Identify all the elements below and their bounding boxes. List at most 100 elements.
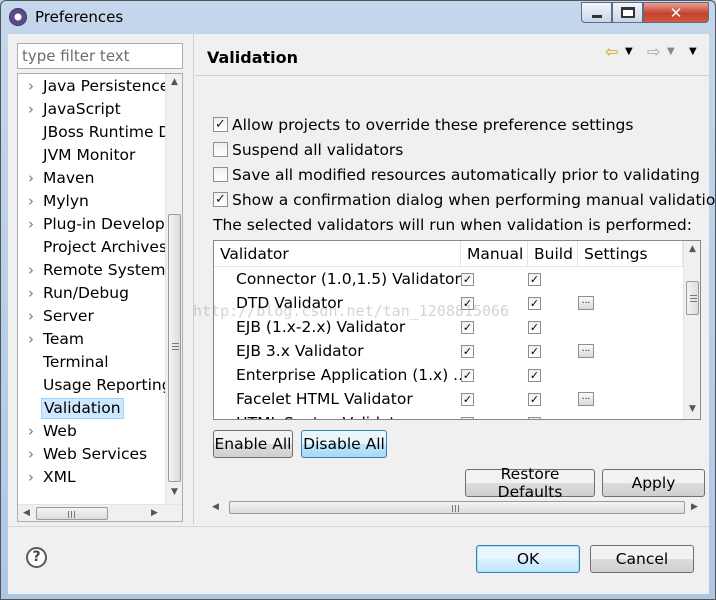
build-checkbox[interactable]: ✓ <box>528 297 541 310</box>
table-row[interactable]: DTD Validator ✓ ✓... <box>214 292 680 316</box>
forward-arrow-icon[interactable]: ⇨ <box>647 44 660 60</box>
manual-checkbox[interactable]: ✓ <box>461 345 474 358</box>
tree-item-label: XML <box>43 468 76 486</box>
tree-item-label: JavaScript <box>43 100 121 118</box>
enable-all-button[interactable]: Enable All <box>213 430 293 458</box>
ok-button[interactable]: OK <box>476 545 580 573</box>
build-checkbox[interactable]: ✓ <box>528 321 541 334</box>
close-button[interactable]: ✕ <box>643 2 709 23</box>
scroll-up-arrow-icon[interactable]: ▲ <box>166 74 182 91</box>
expand-arrow-icon[interactable]: › <box>28 421 38 442</box>
tree-item-label: Web <box>43 422 77 440</box>
expand-arrow-icon[interactable]: › <box>28 329 38 350</box>
checkbox-box[interactable] <box>213 142 228 157</box>
tree-item-label: Java Persistence <box>43 77 170 95</box>
minimize-icon <box>591 15 602 18</box>
scroll-up-arrow-icon[interactable]: ▲ <box>684 241 700 258</box>
forward-dropdown-icon[interactable]: ▼ <box>667 46 675 57</box>
panel-sash[interactable] <box>193 34 194 524</box>
tree-item-label: Plug-in Developr <box>43 215 172 233</box>
expand-arrow-icon[interactable]: › <box>28 214 38 235</box>
build-checkbox[interactable]: ✓ <box>528 345 541 358</box>
expand-arrow-icon[interactable]: › <box>28 306 38 327</box>
table-row[interactable]: Facelet HTML Validator ✓ ✓... <box>214 388 680 412</box>
tree-item-label: Validation <box>41 398 124 419</box>
page-hscroll-thumb[interactable] <box>229 501 685 514</box>
tree-item-label: Maven <box>43 169 95 187</box>
tree-scroll-thumb[interactable] <box>168 214 181 482</box>
column-header-settings[interactable]: Settings <box>578 241 683 267</box>
tree-item-label: Mylyn <box>43 192 89 210</box>
table-vertical-scrollbar[interactable]: ▲ ▼ <box>683 241 700 419</box>
table-row[interactable]: EJB 3.x Validator ✓ ✓... <box>214 340 680 364</box>
table-row[interactable]: Connector (1.0,1.5) Validator ✓ ✓ <box>214 268 680 292</box>
disable-all-button[interactable]: Disable All <box>301 430 387 458</box>
settings-button[interactable]: ... <box>578 296 594 310</box>
page-title: Validation <box>207 48 299 67</box>
table-row[interactable]: HTML Syntax Validator✓✓ <box>214 412 680 419</box>
filter-input[interactable] <box>17 43 183 69</box>
tree-item-label: JBoss Runtime De <box>43 123 180 141</box>
manual-checkbox[interactable]: ✓ <box>461 393 474 406</box>
expand-arrow-icon[interactable]: › <box>28 444 38 465</box>
page-horizontal-scrollbar[interactable]: ◀ ▶ <box>207 499 703 516</box>
table-row[interactable]: Enterprise Application (1.x) ... ✓ ✓ <box>214 364 680 388</box>
maximize-icon <box>620 7 635 18</box>
scroll-right-arrow-icon[interactable]: ▶ <box>686 499 703 516</box>
back-dropdown-icon[interactable]: ▼ <box>625 46 633 57</box>
scroll-right-arrow-icon[interactable]: ▶ <box>146 505 163 521</box>
help-icon[interactable]: ? <box>26 547 47 568</box>
cancel-button[interactable]: Cancel <box>590 545 694 573</box>
close-icon: ✕ <box>669 3 683 22</box>
checkbox-box[interactable] <box>213 167 228 182</box>
validator-name: Enterprise Application (1.x) ... <box>236 366 461 384</box>
back-arrow-icon[interactable]: ⇦ <box>605 44 618 60</box>
expand-arrow-icon[interactable]: › <box>28 76 38 97</box>
settings-button[interactable]: ... <box>578 392 594 406</box>
scroll-down-arrow-icon[interactable]: ▼ <box>166 484 182 501</box>
manual-checkbox[interactable]: ✓ <box>461 273 474 286</box>
build-checkbox[interactable]: ✓ <box>528 393 541 406</box>
apply-button[interactable]: Apply <box>602 469 705 497</box>
checkbox-box[interactable]: ✓ <box>213 192 228 207</box>
expand-arrow-icon[interactable]: › <box>28 99 38 120</box>
validator-name: Facelet HTML Validator <box>236 390 413 408</box>
manual-checkbox[interactable]: ✓ <box>461 297 474 310</box>
minimize-button[interactable] <box>581 2 612 23</box>
build-checkbox[interactable]: ✓ <box>528 273 541 286</box>
restore-defaults-button[interactable]: Restore Defaults <box>465 465 595 501</box>
manual-checkbox[interactable]: ✓ <box>461 417 474 419</box>
tree-horizontal-scrollbar[interactable]: ◀ ▶ <box>18 504 182 521</box>
title-bar[interactable]: Preferences ✕ <box>1 1 715 33</box>
table-row[interactable]: EJB (1.x-2.x) Validator ✓ ✓ <box>214 316 680 340</box>
settings-button[interactable]: ... <box>578 344 594 358</box>
scroll-left-arrow-icon[interactable]: ◀ <box>18 505 35 521</box>
scroll-down-arrow-icon[interactable]: ▼ <box>684 401 700 418</box>
tree-item-label: Run/Debug <box>43 284 129 302</box>
manual-checkbox[interactable]: ✓ <box>461 321 474 334</box>
expand-arrow-icon[interactable]: › <box>28 283 38 304</box>
eclipse-app-icon <box>9 8 27 26</box>
scroll-left-arrow-icon[interactable]: ◀ <box>207 499 224 516</box>
expand-arrow-icon[interactable]: › <box>28 260 38 281</box>
validator-name: Connector (1.0,1.5) Validator <box>236 270 461 288</box>
checkbox-box[interactable]: ✓ <box>213 117 228 132</box>
expand-arrow-icon[interactable]: › <box>28 467 38 488</box>
expand-arrow-icon[interactable]: › <box>28 168 38 189</box>
column-header-manual[interactable]: Manual <box>461 241 528 267</box>
view-menu-icon[interactable]: ▼ <box>689 46 697 57</box>
expand-arrow-icon[interactable]: › <box>28 191 38 212</box>
column-header-build[interactable]: Build <box>528 241 578 267</box>
build-checkbox[interactable]: ✓ <box>528 417 541 419</box>
tree-hscroll-thumb[interactable] <box>36 507 108 520</box>
tree-vertical-scrollbar[interactable]: ▲ ▼ <box>165 74 182 504</box>
manual-checkbox[interactable]: ✓ <box>461 369 474 382</box>
column-header-validator[interactable]: Validator <box>214 241 461 267</box>
build-checkbox[interactable]: ✓ <box>528 369 541 382</box>
preference-tree: › Java Persistence › JavaScript JBoss Runtim… <box>17 73 183 522</box>
dialog-client-area: › Java Persistence › JavaScript JBoss Runtim… <box>8 34 716 594</box>
table-scroll-thumb[interactable] <box>686 281 699 315</box>
validators-table: Validator Manual Build Settings Connecto… <box>213 240 701 420</box>
tree-item-label: Terminal <box>43 353 109 371</box>
maximize-button[interactable] <box>612 2 643 23</box>
